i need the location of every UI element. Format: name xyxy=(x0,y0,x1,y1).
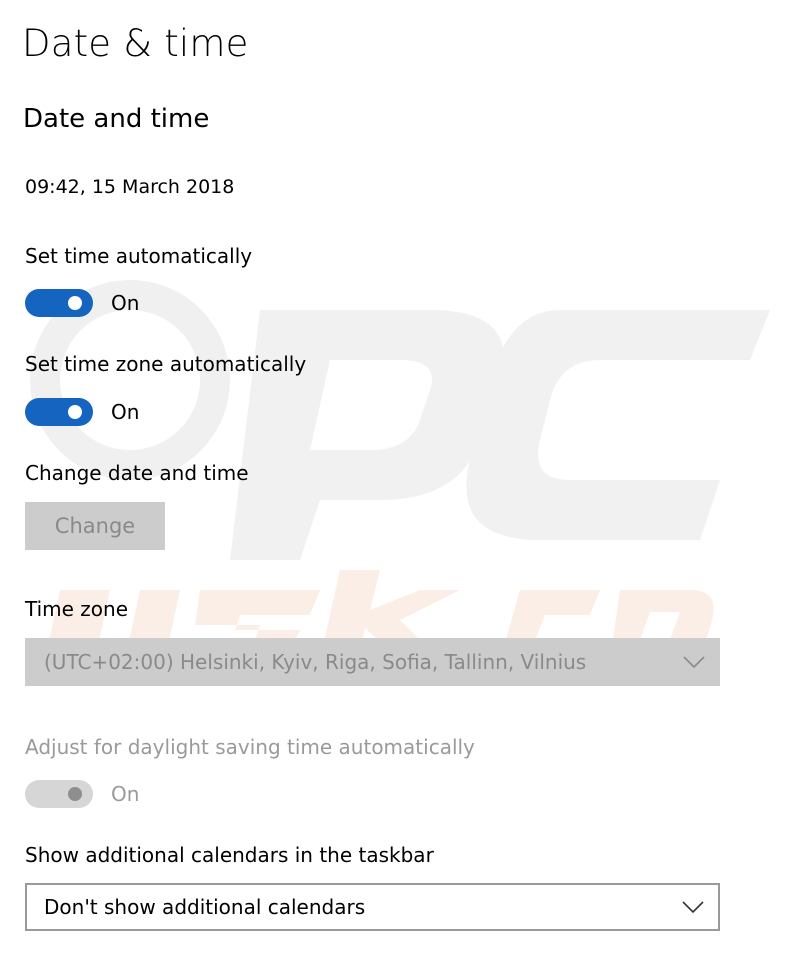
change-button[interactable]: Change xyxy=(25,502,165,550)
daylight-saving-toggle[interactable] xyxy=(25,780,93,808)
daylight-saving-label: Adjust for daylight saving time automati… xyxy=(25,735,475,759)
section-title: Date and time xyxy=(23,104,210,134)
daylight-saving-state: On xyxy=(111,782,140,806)
settings-page: Date & time Date and time 09:42, 15 Marc… xyxy=(0,0,790,974)
set-timezone-auto-state: On xyxy=(111,400,140,424)
set-time-auto-state: On xyxy=(111,291,140,315)
set-time-auto-toggle[interactable] xyxy=(25,289,93,317)
chevron-down-icon xyxy=(682,901,704,913)
current-datetime: 09:42, 15 March 2018 xyxy=(25,176,235,198)
change-datetime-label: Change date and time xyxy=(25,461,249,485)
toggle-knob xyxy=(68,787,82,801)
set-time-auto-label: Set time automatically xyxy=(25,244,253,268)
chevron-down-icon xyxy=(683,656,705,668)
additional-calendars-label: Show additional calendars in the taskbar xyxy=(25,843,434,867)
set-timezone-auto-toggle[interactable] xyxy=(25,398,93,426)
additional-calendars-select[interactable]: Don't show additional calendars xyxy=(25,883,720,931)
toggle-knob xyxy=(68,405,82,419)
watermark-logo xyxy=(30,280,770,662)
time-zone-select[interactable]: (UTC+02:00) Helsinki, Kyiv, Riga, Sofia,… xyxy=(25,638,720,686)
set-timezone-auto-label: Set time zone automatically xyxy=(25,352,307,376)
page-title: Date & time xyxy=(22,22,249,65)
time-zone-label: Time zone xyxy=(25,597,129,621)
additional-calendars-value: Don't show additional calendars xyxy=(44,895,366,919)
time-zone-value: (UTC+02:00) Helsinki, Kyiv, Riga, Sofia,… xyxy=(44,650,587,674)
toggle-knob xyxy=(68,296,82,310)
